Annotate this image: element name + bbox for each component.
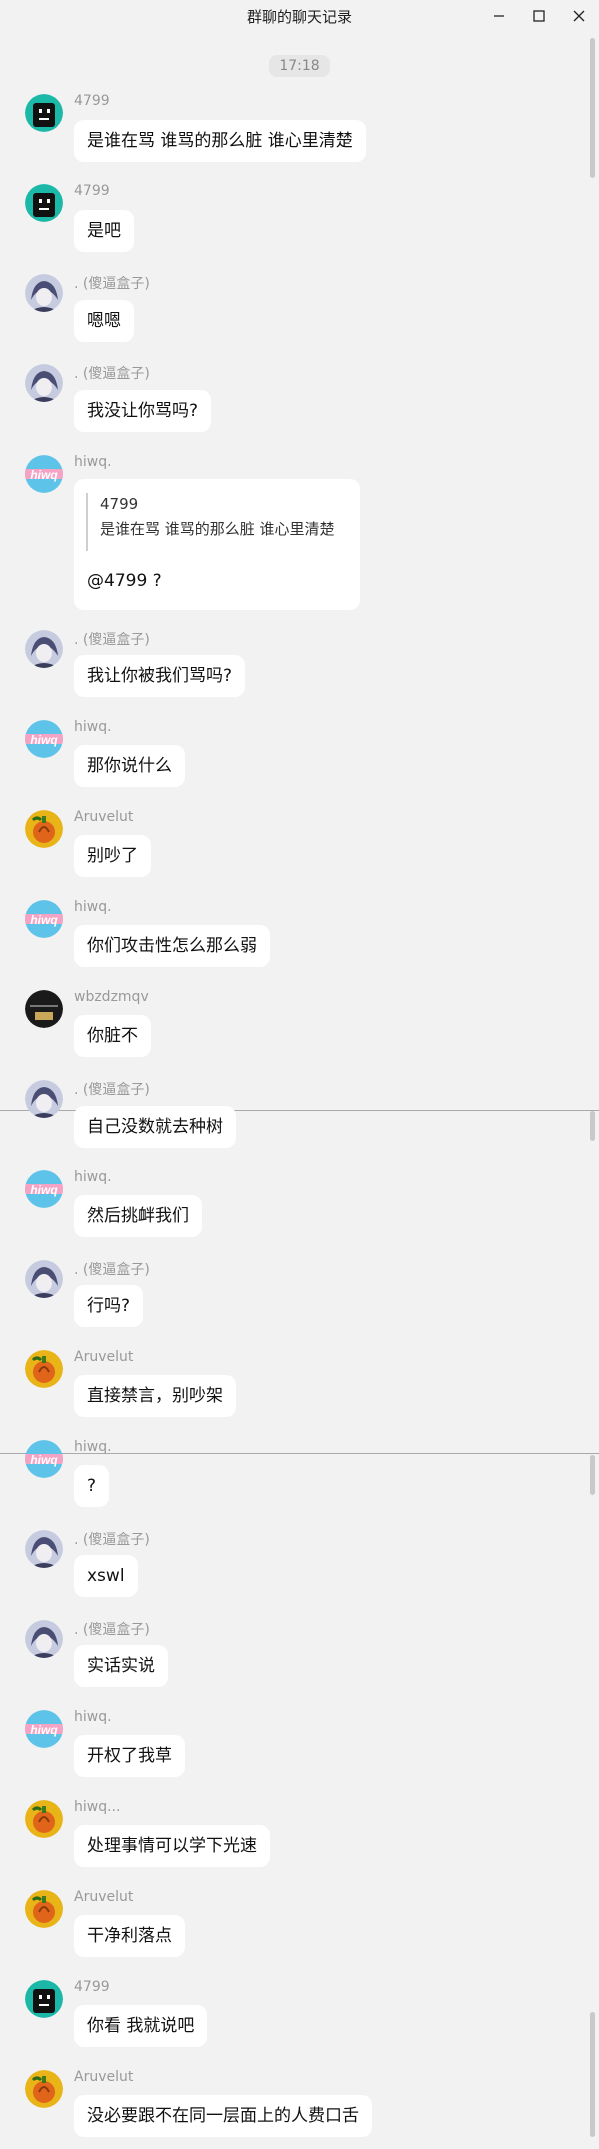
svg-text:hiwq: hiwq (30, 733, 58, 747)
message-bubble[interactable]: 嗯嗯 (74, 300, 134, 342)
message-bubble[interactable]: xswl (74, 1555, 138, 1597)
svg-text:hiwq: hiwq (30, 1723, 58, 1737)
scrollbar[interactable] (590, 1111, 595, 1141)
message-bubble[interactable]: 直接禁言，别吵架 (74, 1375, 236, 1417)
message-bubble[interactable]: 处理事情可以学下光速 (74, 1825, 270, 1867)
pumpkin-avatar[interactable] (25, 2070, 63, 2108)
minimize-icon (494, 15, 504, 17)
message-bubble[interactable]: 实话实说 (74, 1645, 168, 1687)
maximize-icon (533, 10, 545, 22)
sender-name: hiwq. (74, 454, 112, 470)
sender-name: 4799 (74, 1979, 110, 1995)
sender-name: hiwq. (74, 1439, 112, 1455)
timestamp-label: 17:18 (269, 55, 330, 77)
teal-robot-avatar[interactable] (25, 94, 63, 132)
sender-name: . (傻逼盒子) (74, 632, 150, 648)
message-bubble[interactable]: 是谁在骂 谁骂的那么脏 谁心里清楚 (74, 120, 366, 162)
message-bubble[interactable]: 然后挑衅我们 (74, 1195, 202, 1237)
anime-avatar[interactable] (25, 1080, 63, 1118)
quoted-message[interactable]: 4799 是谁在骂 谁骂的那么脏 谁心里清楚 (86, 493, 335, 551)
reply-text: @4799 ? (87, 571, 162, 591)
minimize-button[interactable] (484, 4, 514, 28)
sender-name: . (傻逼盒子) (74, 366, 150, 382)
message-bubble[interactable]: 干净利落点 (74, 1915, 185, 1957)
close-icon (573, 10, 585, 22)
sender-name: hiwq. (74, 1169, 112, 1185)
message-bubble[interactable]: 那你说什么 (74, 745, 185, 787)
maximize-button[interactable] (524, 4, 554, 28)
message-bubble[interactable]: ? (74, 1465, 110, 1507)
quoted-text: 是谁在骂 谁骂的那么脏 谁心里清楚 (100, 520, 335, 538)
sender-name: . (傻逼盒子) (74, 1082, 150, 1098)
title-bar: 群聊的聊天记录 (0, 0, 599, 33)
sender-name: Aruvelut (74, 809, 134, 825)
svg-text:hiwq: hiwq (30, 468, 58, 482)
anime-avatar[interactable] (25, 274, 63, 312)
teal-robot-avatar[interactable] (25, 184, 63, 222)
anime-avatar[interactable] (25, 364, 63, 402)
hiwq-avatar[interactable]: hiwq (25, 1170, 63, 1208)
anime-avatar[interactable] (25, 1620, 63, 1658)
sender-name: . (傻逼盒子) (74, 1532, 150, 1548)
quoted-sender: 4799 (100, 495, 139, 513)
sender-name: . (傻逼盒子) (74, 1262, 150, 1278)
sender-name: wbzdzmqv (74, 989, 149, 1005)
pumpkin-avatar[interactable] (25, 1890, 63, 1928)
hiwq-avatar[interactable]: hiwq (25, 720, 63, 758)
svg-text:hiwq: hiwq (30, 913, 58, 927)
pumpkin-avatar[interactable] (25, 1350, 63, 1388)
sender-name: . (傻逼盒子) (74, 1622, 150, 1638)
message-bubble[interactable]: 你们攻击性怎么那么弱 (74, 925, 270, 967)
timestamp: 17:18 (0, 55, 599, 77)
sender-name: Aruvelut (74, 1349, 134, 1365)
svg-text:hiwq: hiwq (30, 1183, 58, 1197)
sender-name: hiwq. (74, 1709, 112, 1725)
close-button[interactable] (564, 4, 594, 28)
message-bubble[interactable]: 你脏不 (74, 1015, 151, 1057)
message-bubble[interactable]: 自己没数就去种树 (74, 1106, 236, 1148)
dark-avatar[interactable] (25, 990, 63, 1028)
message-bubble[interactable]: 开权了我草 (74, 1735, 185, 1777)
hiwq-avatar[interactable]: hiwq (25, 900, 63, 938)
scrollbar[interactable] (590, 1455, 595, 1495)
sender-name: hiwq... (74, 1799, 121, 1815)
anime-avatar[interactable] (25, 630, 63, 668)
svg-text:hiwq: hiwq (30, 1453, 58, 1467)
anime-avatar[interactable] (25, 1530, 63, 1568)
pumpkin-avatar[interactable] (25, 1800, 63, 1838)
sender-name: . (傻逼盒子) (74, 276, 150, 292)
sender-name: Aruvelut (74, 2069, 134, 2085)
sender-name: 4799 (74, 183, 110, 199)
sender-name: Aruvelut (74, 1889, 134, 1905)
message-bubble[interactable]: 我没让你骂吗? (74, 390, 212, 432)
anime-avatar[interactable] (25, 1260, 63, 1298)
message-bubble[interactable]: 你看 我就说吧 (74, 2005, 208, 2047)
hiwq-avatar[interactable]: hiwq (25, 455, 63, 493)
sender-name: hiwq. (74, 899, 112, 915)
message-bubble[interactable]: 没必要跟不在同一层面上的人费口舌 (74, 2095, 372, 2137)
pumpkin-avatar[interactable] (25, 810, 63, 848)
reply-message-bubble[interactable]: 4799 是谁在骂 谁骂的那么脏 谁心里清楚 @4799 ? (74, 479, 360, 610)
scrollbar[interactable] (590, 2012, 595, 2137)
sender-name: 4799 (74, 93, 110, 109)
message-bubble[interactable]: 别吵了 (74, 835, 151, 877)
sender-name: hiwq. (74, 719, 112, 735)
hiwq-avatar[interactable]: hiwq (25, 1710, 63, 1748)
message-bubble[interactable]: 我让你被我们骂吗? (74, 655, 246, 697)
hiwq-avatar[interactable]: hiwq (25, 1440, 63, 1478)
teal-robot-avatar[interactable] (25, 1980, 63, 2018)
message-bubble[interactable]: 行吗? (74, 1285, 144, 1327)
message-bubble[interactable]: 是吧 (74, 210, 134, 252)
